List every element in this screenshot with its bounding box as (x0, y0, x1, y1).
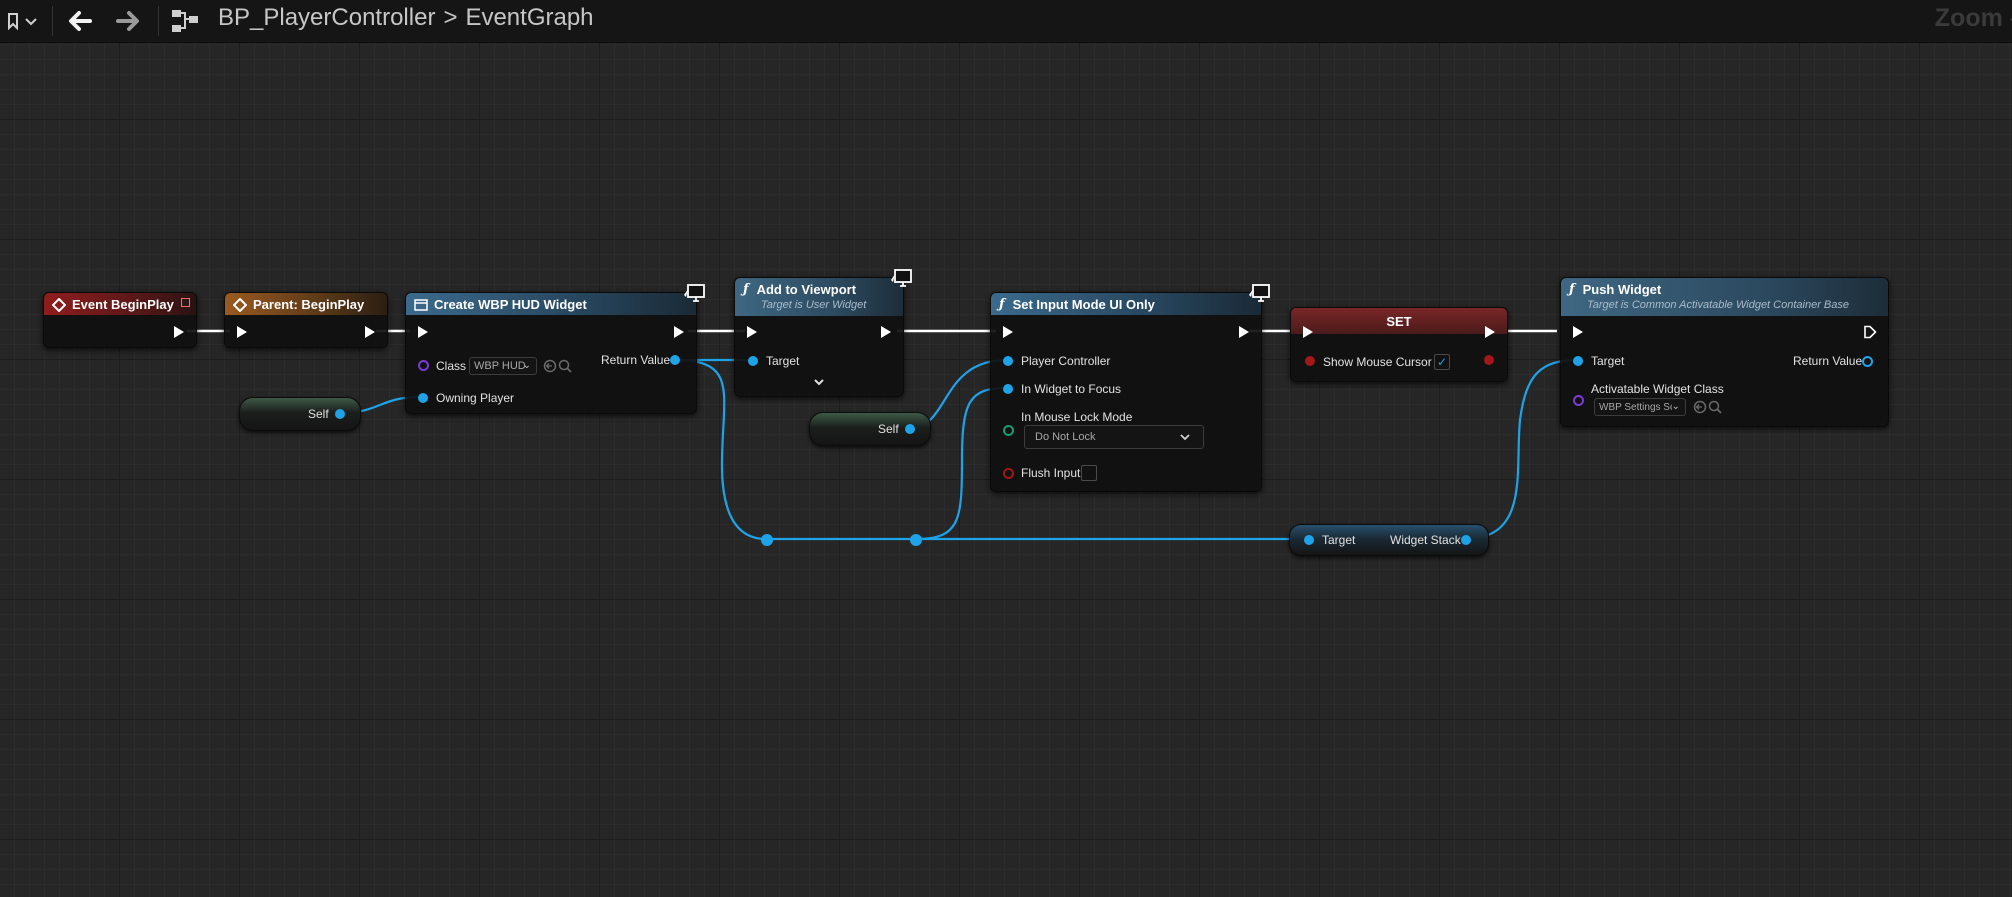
exec-in-pin[interactable] (1573, 326, 1583, 338)
function-icon: ƒ (1569, 282, 1575, 297)
add-to-viewport-node[interactable]: ƒ Add to Viewport Target is User Widget … (734, 269, 912, 397)
node-title: Parent: BeginPlay (253, 297, 365, 312)
exec-out-pin[interactable] (174, 326, 184, 338)
function-icon: ƒ (743, 282, 749, 297)
exec-out-pin[interactable] (1239, 326, 1249, 338)
client-only-icon (684, 284, 705, 302)
self-output-pin[interactable] (905, 424, 915, 434)
player-controller-label: Player Controller (1021, 354, 1111, 368)
node-header: Event BeginPlay (44, 293, 196, 315)
exec-in-pin[interactable] (1303, 326, 1313, 338)
show-mouse-cursor-in-pin[interactable] (1305, 356, 1315, 366)
node-title: Create WBP HUD Widget (434, 297, 587, 312)
flush-input-checkbox[interactable] (1081, 465, 1097, 481)
class-dropdown[interactable]: WBP HUD ⌄ (469, 357, 537, 375)
owning-player-pin[interactable] (418, 393, 428, 403)
node-header: Parent: BeginPlay (225, 293, 387, 315)
target-pin[interactable] (1304, 535, 1314, 545)
class-value: WBP HUD (474, 360, 526, 372)
show-mouse-cursor-label: Show Mouse Cursor (1323, 355, 1432, 369)
exec-out-pin[interactable] (1863, 325, 1877, 339)
exec-out-pin[interactable] (881, 326, 891, 338)
widget-icon (414, 298, 428, 311)
chevron-down-icon: ⌄ (1671, 401, 1680, 412)
player-controller-pin[interactable] (1003, 356, 1013, 366)
push-widget-node[interactable]: ƒ Push Widget Target is Common Activatab… (1560, 277, 1889, 427)
node-subtitle: Target is Common Activatable Widget Cont… (1587, 299, 1849, 311)
widget-class-pin[interactable] (1573, 395, 1584, 406)
node-header: ƒ Add to Viewport Target is User Widget (735, 278, 903, 316)
node-title: Add to Viewport (756, 282, 857, 297)
node-title: Push Widget (1582, 282, 1662, 297)
target-label: Target (1591, 354, 1625, 368)
node-header: ƒ Set Input Mode UI Only (991, 293, 1261, 315)
exec-in-pin[interactable] (418, 326, 428, 338)
show-mouse-cursor-checkbox[interactable]: ✓ (1434, 354, 1450, 370)
class-label: Class (436, 359, 467, 373)
flush-input-pin[interactable] (1003, 468, 1014, 479)
mouse-lock-mode-value: Do Not Lock (1035, 431, 1096, 443)
set-show-mouse-cursor-node[interactable]: SET Show Mouse Cursor ✓ (1290, 307, 1508, 382)
set-input-mode-node[interactable]: ƒ Set Input Mode UI Only Player Controll… (990, 284, 1270, 492)
client-only-icon (1249, 284, 1270, 302)
target-label: Target (766, 354, 800, 368)
mouse-lock-mode-label: In Mouse Lock Mode (1021, 410, 1133, 424)
event-diamond-icon (52, 297, 66, 312)
exec-in-pin[interactable] (747, 326, 757, 338)
reroute-node[interactable] (761, 534, 773, 546)
event-stop-icon (181, 298, 190, 307)
widget-stack-label: Widget Stack (1390, 533, 1461, 547)
client-only-icon (891, 269, 912, 287)
chevron-down-icon (1180, 434, 1190, 441)
widget-stack-output-pin[interactable] (1461, 535, 1471, 545)
widget-to-focus-label: In Widget to Focus (1021, 382, 1122, 396)
mouse-lock-mode-dropdown[interactable]: Do Not Lock (1024, 425, 1204, 449)
exec-out-pin[interactable] (674, 326, 684, 338)
exec-out-pin[interactable] (1485, 326, 1495, 338)
target-pin[interactable] (1573, 356, 1583, 366)
expand-chevron-icon[interactable] (813, 378, 825, 386)
widget-to-focus-pin[interactable] (1003, 384, 1013, 394)
self-label: Self (878, 422, 899, 436)
browse-icons[interactable] (1693, 399, 1723, 415)
owning-player-label: Owning Player (436, 391, 515, 405)
reroute-node[interactable] (910, 534, 922, 546)
widget-class-dropdown[interactable]: WBP Settings Sc ⌄ (1594, 398, 1686, 416)
widget-stack-getter-node[interactable]: Target Widget Stack (1289, 524, 1489, 556)
return-value-pin[interactable] (1862, 356, 1873, 367)
class-pin[interactable] (418, 360, 429, 371)
node-title: Set Input Mode UI Only (1012, 297, 1155, 312)
self-label: Self (308, 407, 329, 421)
function-icon: ƒ (999, 297, 1005, 312)
create-widget-node[interactable]: Create WBP HUD Widget Class WBP HUD ⌄ Re… (405, 284, 705, 414)
parent-begin-play-node[interactable]: Parent: BeginPlay (224, 292, 388, 348)
node-title: SET (1386, 314, 1412, 329)
show-mouse-cursor-out-pin[interactable] (1484, 355, 1494, 365)
exec-in-pin[interactable] (1003, 326, 1013, 338)
return-value-label: Return Value (1793, 354, 1863, 368)
return-value-label: Return Value (601, 353, 671, 367)
exec-out-pin[interactable] (365, 326, 375, 338)
node-header: ƒ Push Widget Target is Common Activatab… (1561, 278, 1888, 316)
node-subtitle: Target is User Widget (761, 299, 867, 311)
node-header: Create WBP HUD Widget (406, 293, 696, 315)
node-title: Event BeginPlay (72, 297, 174, 312)
target-pin[interactable] (748, 356, 758, 366)
self-reference-node[interactable]: Self (239, 397, 361, 431)
widget-class-value: WBP Settings Sc (1599, 401, 1675, 413)
event-begin-play-node[interactable]: Event BeginPlay (43, 292, 197, 348)
mouse-lock-mode-pin[interactable] (1003, 425, 1014, 436)
event-diamond-icon (233, 297, 247, 312)
self-reference-node[interactable]: Self (809, 412, 931, 446)
node-header: SET (1291, 308, 1507, 334)
flush-input-label: Flush Input (1021, 466, 1081, 480)
widget-class-label: Activatable Widget Class (1591, 382, 1724, 396)
self-output-pin[interactable] (335, 409, 345, 419)
browse-icons[interactable] (543, 358, 573, 374)
chevron-down-icon: ⌄ (522, 360, 531, 371)
target-label: Target (1322, 533, 1356, 547)
return-value-pin[interactable] (670, 355, 680, 365)
exec-in-pin[interactable] (237, 326, 247, 338)
